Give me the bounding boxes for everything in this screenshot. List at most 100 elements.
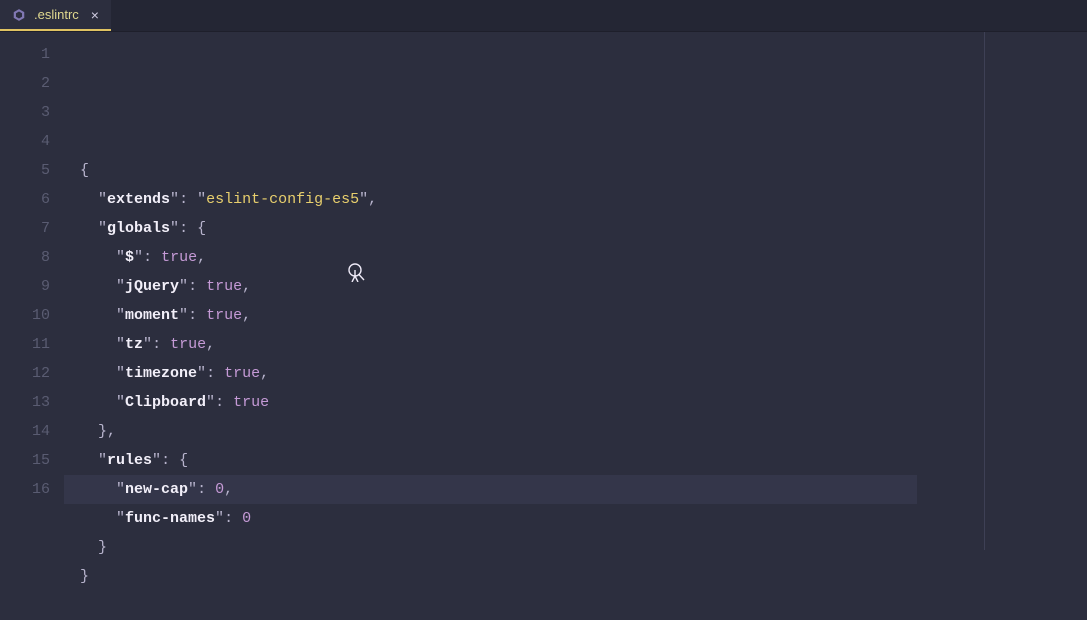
token-punc: , bbox=[197, 249, 206, 266]
token-key: jQuery bbox=[125, 278, 179, 295]
close-icon[interactable]: × bbox=[91, 7, 99, 23]
editor[interactable]: 12345678910111213141516 { "extends": "es… bbox=[0, 32, 1087, 550]
token-q: " bbox=[134, 249, 143, 266]
token-punc: , bbox=[260, 365, 269, 382]
token-q: " bbox=[170, 191, 179, 208]
token-q: " bbox=[170, 220, 179, 237]
token-punc: : { bbox=[161, 452, 188, 469]
gutter: 12345678910111213141516 bbox=[0, 32, 64, 550]
line-number: 3 bbox=[0, 98, 50, 127]
token-punc: : bbox=[143, 249, 161, 266]
token-punc: : bbox=[188, 307, 206, 324]
token-q: " bbox=[152, 452, 161, 469]
token-punc: : bbox=[197, 481, 215, 498]
token-key: $ bbox=[125, 249, 134, 266]
token-q: " bbox=[116, 278, 125, 295]
token-key: moment bbox=[125, 307, 179, 324]
token-punc: }, bbox=[98, 423, 116, 440]
token-punc: : bbox=[152, 336, 170, 353]
token-key: new-cap bbox=[125, 481, 188, 498]
code-line[interactable]: "tz": true, bbox=[80, 330, 1087, 359]
token-punc: , bbox=[242, 278, 251, 295]
code-line[interactable] bbox=[80, 591, 1087, 620]
token-indent bbox=[80, 394, 116, 411]
code-area[interactable]: { "extends": "eslint-config-es5", "globa… bbox=[64, 32, 1087, 550]
code-line[interactable]: "globals": { bbox=[80, 214, 1087, 243]
token-indent bbox=[80, 539, 98, 556]
code-line[interactable]: "$": true, bbox=[80, 243, 1087, 272]
token-punc: : bbox=[188, 278, 206, 295]
token-q: " bbox=[215, 510, 224, 527]
token-key: extends bbox=[107, 191, 170, 208]
line-number: 9 bbox=[0, 272, 50, 301]
token-punc: , bbox=[242, 307, 251, 324]
code-line[interactable]: "new-cap": 0, bbox=[80, 475, 1087, 504]
token-bool: true bbox=[224, 365, 260, 382]
line-number: 2 bbox=[0, 69, 50, 98]
token-q: " bbox=[197, 191, 206, 208]
code-line[interactable]: "func-names": 0 bbox=[80, 504, 1087, 533]
token-str: eslint-config-es5 bbox=[206, 191, 359, 208]
eslint-file-icon bbox=[12, 8, 26, 22]
tab-eslintrc[interactable]: .eslintrc × bbox=[0, 0, 111, 31]
token-q: " bbox=[116, 249, 125, 266]
code-line[interactable]: "timezone": true, bbox=[80, 359, 1087, 388]
token-indent bbox=[80, 307, 116, 324]
code-line[interactable]: "Clipboard": true bbox=[80, 388, 1087, 417]
token-punc: } bbox=[98, 539, 107, 556]
token-q: " bbox=[116, 307, 125, 324]
line-number: 13 bbox=[0, 388, 50, 417]
token-q: " bbox=[179, 278, 188, 295]
token-indent bbox=[80, 249, 116, 266]
token-indent bbox=[80, 191, 98, 208]
token-q: " bbox=[116, 481, 125, 498]
tab-filename: .eslintrc bbox=[34, 7, 79, 22]
code-line[interactable]: } bbox=[80, 562, 1087, 591]
token-num: 0 bbox=[215, 481, 224, 498]
line-number: 4 bbox=[0, 127, 50, 156]
token-punc: : bbox=[215, 394, 233, 411]
code-line[interactable]: "extends": "eslint-config-es5", bbox=[80, 185, 1087, 214]
line-number: 16 bbox=[0, 475, 50, 504]
token-punc: , bbox=[224, 481, 233, 498]
token-q: " bbox=[98, 220, 107, 237]
token-q: " bbox=[179, 307, 188, 324]
token-punc: , bbox=[368, 191, 377, 208]
token-indent bbox=[80, 481, 116, 498]
code-line[interactable]: "rules": { bbox=[80, 446, 1087, 475]
token-punc: : { bbox=[179, 220, 206, 237]
code-line[interactable]: } bbox=[80, 533, 1087, 562]
code-line[interactable]: "moment": true, bbox=[80, 301, 1087, 330]
token-punc: : bbox=[206, 365, 224, 382]
line-number: 8 bbox=[0, 243, 50, 272]
token-punc: : bbox=[224, 510, 242, 527]
tab-bar: .eslintrc × bbox=[0, 0, 1087, 32]
line-number: 5 bbox=[0, 156, 50, 185]
token-q: " bbox=[206, 394, 215, 411]
token-q: " bbox=[98, 191, 107, 208]
token-q: " bbox=[98, 452, 107, 469]
line-number: 14 bbox=[0, 417, 50, 446]
token-bool: true bbox=[206, 278, 242, 295]
token-indent bbox=[80, 452, 98, 469]
token-key: globals bbox=[107, 220, 170, 237]
code-line[interactable]: }, bbox=[80, 417, 1087, 446]
line-number: 1 bbox=[0, 40, 50, 69]
token-bool: true bbox=[170, 336, 206, 353]
token-key: func-names bbox=[125, 510, 215, 527]
token-num: 0 bbox=[242, 510, 251, 527]
token-bool: true bbox=[233, 394, 269, 411]
token-q: " bbox=[143, 336, 152, 353]
token-q: " bbox=[116, 510, 125, 527]
line-number: 11 bbox=[0, 330, 50, 359]
token-punc: : bbox=[179, 191, 197, 208]
token-bool: true bbox=[161, 249, 197, 266]
token-q: " bbox=[359, 191, 368, 208]
token-indent bbox=[80, 423, 98, 440]
token-q: " bbox=[116, 365, 125, 382]
token-q: " bbox=[188, 481, 197, 498]
code-line[interactable]: "jQuery": true, bbox=[80, 272, 1087, 301]
line-number: 6 bbox=[0, 185, 50, 214]
code-line[interactable]: { bbox=[80, 156, 1087, 185]
line-number: 12 bbox=[0, 359, 50, 388]
